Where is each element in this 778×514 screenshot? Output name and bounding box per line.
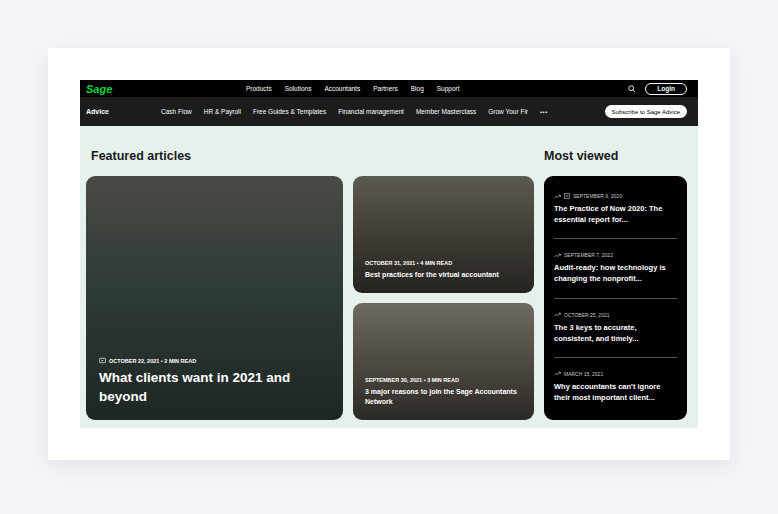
- advice-link[interactable]: Grow Your Fir: [488, 108, 528, 115]
- article-meta: OCTOBER 31, 2021 • 4 MIN READ: [365, 260, 522, 266]
- article-title[interactable]: Best practices for the virtual accountan…: [365, 270, 522, 280]
- menu-link[interactable]: Partners: [373, 85, 398, 92]
- most-viewed-item[interactable]: OCTOBER 25, 2021 The 3 keys to accurate, …: [554, 299, 677, 358]
- subscribe-button[interactable]: Subscribe to Sage Advice: [605, 105, 687, 118]
- trending-icon: [554, 194, 561, 199]
- most-viewed-heading: Most viewed: [544, 148, 687, 164]
- article-date: OCTOBER 31, 2021 • 4 MIN READ: [365, 260, 452, 266]
- article-card[interactable]: SEPTEMBER 30, 2021 • 3 MIN READ 3 major r…: [353, 303, 534, 420]
- most-viewed-title[interactable]: The 3 keys to accurate, consistent, and …: [554, 322, 677, 344]
- most-viewed-date: MARCH 15, 2021: [554, 371, 677, 377]
- most-viewed-date: OCTOBER 25, 2021: [554, 312, 677, 318]
- most-viewed-title[interactable]: Audit-ready: how technology is changing …: [554, 262, 677, 284]
- advice-link[interactable]: HR & Payroll: [204, 108, 241, 115]
- trending-icon: [554, 312, 561, 317]
- advice-title[interactable]: Advice: [86, 108, 161, 115]
- featured-grid: OCTOBER 22, 2021 • 2 MIN READ What client…: [86, 176, 534, 420]
- advice-link[interactable]: Cash Flow: [161, 108, 192, 115]
- most-viewed-item[interactable]: SEPTEMBER 7, 2022 Audit-ready: how techno…: [554, 239, 677, 298]
- most-viewed-date: SEPTEMBER 9, 2020: [554, 193, 677, 199]
- menu-link[interactable]: Support: [437, 85, 460, 92]
- search-icon[interactable]: [628, 85, 636, 93]
- article-meta: OCTOBER 22, 2021 • 2 MIN READ: [99, 357, 330, 364]
- article-date: OCTOBER 22, 2021 • 2 MIN READ: [109, 358, 196, 364]
- advice-menu: Cash Flow HR & Payroll Free Guides & Templ…: [161, 108, 548, 115]
- menu-link[interactable]: Accountants: [324, 85, 360, 92]
- advice-nav: AdviceCash Flow HR & Payroll Free Guides &…: [80, 97, 698, 126]
- article-type-icon: [99, 357, 106, 364]
- most-viewed-date: SEPTEMBER 7, 2022: [554, 252, 677, 258]
- content: Featured articles OCTOBER 22, 2021 • 2 MI…: [80, 126, 698, 428]
- website: Sage Products Solutions Accountants Partners…: [80, 80, 698, 428]
- advice-link[interactable]: Financial management: [338, 108, 404, 115]
- menu-link[interactable]: Blog: [411, 85, 424, 92]
- report-icon: [564, 193, 570, 199]
- most-viewed-item[interactable]: SEPTEMBER 9, 2020 The Practice of Now 202…: [554, 180, 677, 239]
- most-viewed-item[interactable]: MARCH 15, 2021 Why accountants can't igno…: [554, 358, 677, 416]
- main-menu: Products Solutions Accountants Partners Blog…: [246, 85, 460, 92]
- page: Sage Products Solutions Accountants Partners…: [0, 0, 778, 514]
- menu-link[interactable]: Products: [246, 85, 272, 92]
- most-viewed-title[interactable]: Why accountants can't ignore their most …: [554, 381, 677, 403]
- login-button[interactable]: Login: [645, 83, 687, 95]
- article-meta: SEPTEMBER 30, 2021 • 3 MIN READ: [365, 377, 522, 383]
- menu-link[interactable]: Solutions: [285, 85, 312, 92]
- featured-section: Featured articles OCTOBER 22, 2021 • 2 MI…: [86, 148, 534, 420]
- top-nav: Sage Products Solutions Accountants Partners…: [80, 80, 698, 97]
- article-date: SEPTEMBER 30, 2021 • 3 MIN READ: [365, 377, 459, 383]
- top-actions: Login: [628, 83, 687, 95]
- more-button[interactable]: •••: [540, 109, 548, 115]
- article-title[interactable]: 3 major reasons to join the Sage Account…: [365, 387, 522, 407]
- article-card[interactable]: OCTOBER 31, 2021 • 4 MIN READ Best practi…: [353, 176, 534, 293]
- featured-heading: Featured articles: [91, 148, 534, 164]
- most-viewed-list: SEPTEMBER 9, 2020 The Practice of Now 202…: [544, 176, 687, 420]
- screenshot-frame: Sage Products Solutions Accountants Partners…: [48, 48, 730, 460]
- trending-icon: [554, 253, 561, 258]
- trending-icon: [554, 371, 561, 376]
- sage-logo[interactable]: Sage: [86, 83, 236, 95]
- article-title[interactable]: What clients want in 2021 and beyond: [99, 368, 330, 406]
- advice-link[interactable]: Free Guides & Templates: [253, 108, 326, 115]
- advice-link[interactable]: Member Masterclass: [416, 108, 476, 115]
- article-card[interactable]: OCTOBER 22, 2021 • 2 MIN READ What client…: [86, 176, 343, 420]
- most-viewed-section: Most viewed SEPTEMBER 9, 2020 The Practice…: [544, 148, 687, 420]
- most-viewed-title[interactable]: The Practice of Now 2020: The essential …: [554, 203, 677, 225]
